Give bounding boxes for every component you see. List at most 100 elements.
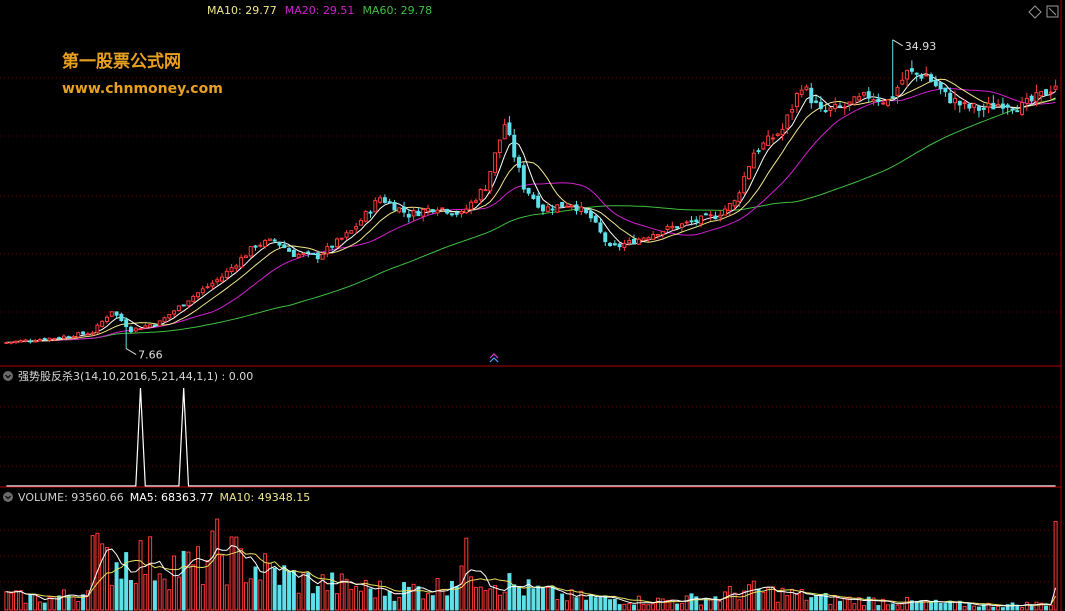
candle-body-down [507, 122, 512, 136]
candle-body-down [387, 201, 392, 204]
candle-body-up [488, 171, 493, 192]
volume-bar-down [689, 593, 694, 611]
candle [248, 246, 253, 258]
volume-bar-up [828, 603, 833, 611]
volume-bar-up [493, 585, 498, 611]
volume-bar-down [382, 595, 387, 611]
volume-bar-up [354, 585, 359, 611]
volume-bar-down [938, 602, 943, 611]
candle-body-down [713, 215, 718, 220]
candle-body-up [627, 240, 632, 244]
candle-body-up [1024, 98, 1029, 104]
candle-body-up [167, 314, 172, 319]
candle-body-up [641, 237, 646, 241]
volume-bar-up [339, 573, 344, 611]
chevron-down-circle-icon[interactable] [3, 492, 13, 502]
candle-body-down [957, 100, 962, 106]
candle-body-up [924, 74, 929, 77]
candle-body-down [675, 226, 680, 229]
volume-bar-down [119, 578, 124, 611]
volume-bar-up [579, 590, 584, 611]
candle-body-up [761, 142, 766, 150]
volume-bar-up [651, 603, 656, 611]
candle-body-up [842, 106, 847, 109]
candle-body-up [373, 200, 378, 213]
volume-bar-down [584, 599, 589, 611]
candle-body-down [598, 222, 603, 233]
volume-bar-up [143, 573, 148, 611]
candle-body-down [929, 74, 934, 82]
candle-body-up [622, 243, 627, 248]
volume-bar-up [205, 560, 210, 611]
volume-bar-up [1034, 601, 1039, 611]
candle-body-up [747, 166, 751, 180]
volume-bar-down [981, 603, 986, 611]
volume-bar-up [37, 601, 42, 611]
candle-body-up [895, 86, 900, 96]
volume-bar-down [703, 598, 708, 611]
candle [761, 141, 766, 151]
volume-bar-up [660, 598, 665, 611]
volume-bar-up [148, 536, 153, 611]
candle-body-down [588, 210, 593, 219]
volume-bar-up [900, 603, 905, 611]
candle [493, 152, 498, 177]
chevron-down-circle-icon[interactable] [3, 371, 13, 381]
candle-body-down [703, 213, 708, 216]
volume-bar-up [502, 591, 507, 611]
volume-bar-up [344, 578, 349, 611]
volume-bar-up [751, 580, 756, 611]
ma10-legend-label: MA10: [207, 4, 245, 17]
candle-body-up [555, 204, 560, 213]
candle-body-down [814, 100, 819, 103]
candle-body-up [33, 340, 38, 343]
volume-bar-up [478, 586, 483, 611]
volume-bar-up [641, 603, 646, 611]
candle-body-down [521, 165, 526, 190]
candle [560, 201, 565, 208]
candle-body-up [18, 340, 23, 343]
volume-bar-down [152, 580, 157, 611]
candle-body-down [445, 209, 450, 214]
candle-body-up [493, 152, 498, 174]
volume-bar-down [1000, 607, 1005, 611]
volume-bar-up [747, 584, 751, 611]
candle [100, 320, 105, 328]
candle-body-up [799, 89, 804, 96]
volume-bar-up [33, 594, 38, 611]
volume-bar-up [243, 582, 248, 611]
candle-body-up [263, 240, 268, 247]
volume-bar-up [157, 573, 162, 611]
volume-bar-down [387, 590, 392, 611]
candle-body-up [646, 237, 651, 240]
candle-body-up [243, 255, 248, 259]
candle-body-down [392, 202, 397, 211]
candle [675, 226, 680, 229]
candle-body-up [794, 92, 799, 108]
volume-bar-up [627, 603, 632, 611]
candle-body-up [478, 188, 483, 201]
candle-body-up [109, 311, 114, 317]
candle-body-up [1034, 92, 1039, 102]
candle-body-down [809, 87, 814, 104]
candle-body-down [823, 110, 828, 113]
candle-body-down [526, 187, 531, 194]
candle-body-down [1029, 95, 1034, 102]
candle-body-up [61, 335, 66, 339]
candle-body-down [181, 304, 186, 307]
candle-body-up [972, 103, 977, 108]
volume-bar-up [770, 586, 775, 611]
volume-bar-up [109, 584, 114, 611]
stock-chart-canvas[interactable]: 34.93 7.66 MA10: 29.77 MA20: 29.51 MA60: 29… [0, 0, 1065, 611]
candle-body-up [785, 114, 790, 129]
candle-body-up [1053, 85, 1058, 90]
candle-body-up [459, 210, 464, 215]
candle-body-up [742, 176, 747, 194]
volume-bar-up [325, 590, 330, 611]
candle-body-up [655, 234, 660, 237]
candle-body-up [176, 305, 181, 312]
volume-bar-down [617, 604, 622, 611]
volume-bar-up [483, 590, 488, 611]
volume-bar-down [809, 597, 814, 611]
candle-body-up [483, 189, 488, 192]
